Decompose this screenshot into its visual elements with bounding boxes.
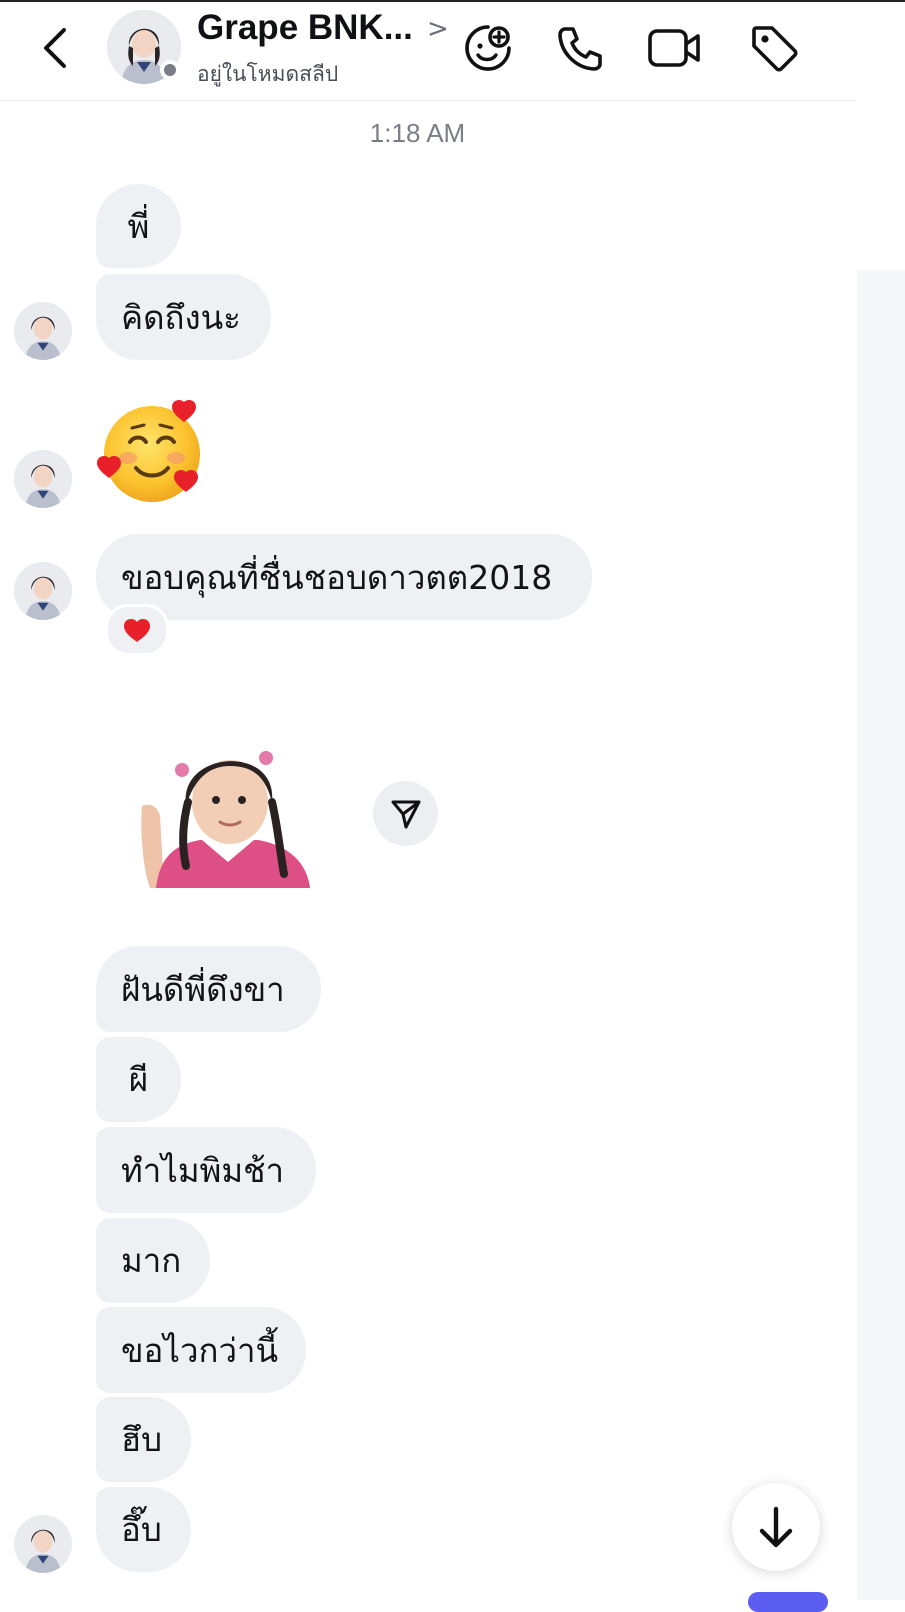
add-game-icon — [465, 25, 511, 71]
sender-avatar[interactable] — [14, 302, 72, 360]
sticker-message[interactable] — [138, 736, 313, 888]
message-bubble[interactable]: พี่ — [96, 184, 181, 268]
message-bubble[interactable]: คิดถึงนะ — [96, 274, 271, 360]
arrow-down-icon — [759, 1506, 793, 1548]
heart-reaction[interactable] — [105, 604, 169, 656]
avatar-portrait-icon — [14, 302, 72, 360]
sleep-status-indicator — [160, 60, 180, 80]
message-bubble[interactable]: ขอไวกว่านี้ — [96, 1307, 306, 1393]
avatar-portrait-icon — [14, 562, 72, 620]
sender-avatar[interactable] — [14, 562, 72, 620]
message-bubble[interactable]: ทำไมพิมช้า — [96, 1127, 316, 1213]
sender-avatar[interactable] — [14, 1515, 72, 1573]
add-game-button[interactable] — [458, 18, 518, 78]
emoji-message[interactable] — [96, 398, 208, 510]
video-call-icon — [648, 29, 700, 67]
back-chevron-icon — [44, 28, 66, 68]
avatar-portrait-icon — [14, 450, 72, 508]
sender-avatar[interactable] — [14, 450, 72, 508]
message-bubble[interactable]: มาก — [96, 1218, 210, 1303]
scroll-to-bottom-button[interactable] — [732, 1483, 820, 1571]
back-button[interactable] — [30, 20, 80, 76]
contact-status: อยู่ในโหมดสลีป — [197, 62, 339, 86]
tag-button[interactable] — [744, 18, 804, 78]
send-arrow-icon — [391, 800, 420, 828]
girl-sticker-image — [141, 751, 310, 888]
side-panel-edge — [857, 270, 905, 1600]
message-bubble[interactable]: ผี — [96, 1037, 181, 1122]
message-bubble[interactable]: ฮึบ — [96, 1397, 191, 1482]
composer-edge — [748, 1592, 828, 1612]
video-call-button[interactable] — [644, 18, 704, 78]
message-timestamp: 1:18 AM — [369, 118, 466, 148]
contact-name[interactable]: Grape BNK... — [197, 8, 413, 48]
message-bubble[interactable]: ขอบคุณที่ชื่นชอบดาวตต2018 — [96, 534, 592, 620]
smiling-face-with-hearts-icon — [97, 399, 200, 502]
message-bubble[interactable]: อึ๊บ — [96, 1487, 191, 1572]
heart-icon — [124, 618, 150, 642]
contact-details-chevron[interactable]: > — [427, 14, 449, 44]
phone-call-icon — [558, 27, 602, 71]
share-sticker-button[interactable] — [373, 781, 438, 846]
chat-header: Grape BNK... > อยู่ในโหมดสลีป — [0, 2, 855, 101]
avatar-portrait-icon — [14, 1515, 72, 1573]
tag-icon — [752, 26, 798, 72]
audio-call-button[interactable] — [550, 18, 610, 78]
message-bubble[interactable]: ฝันดีพี่ดึงขา — [96, 946, 321, 1032]
